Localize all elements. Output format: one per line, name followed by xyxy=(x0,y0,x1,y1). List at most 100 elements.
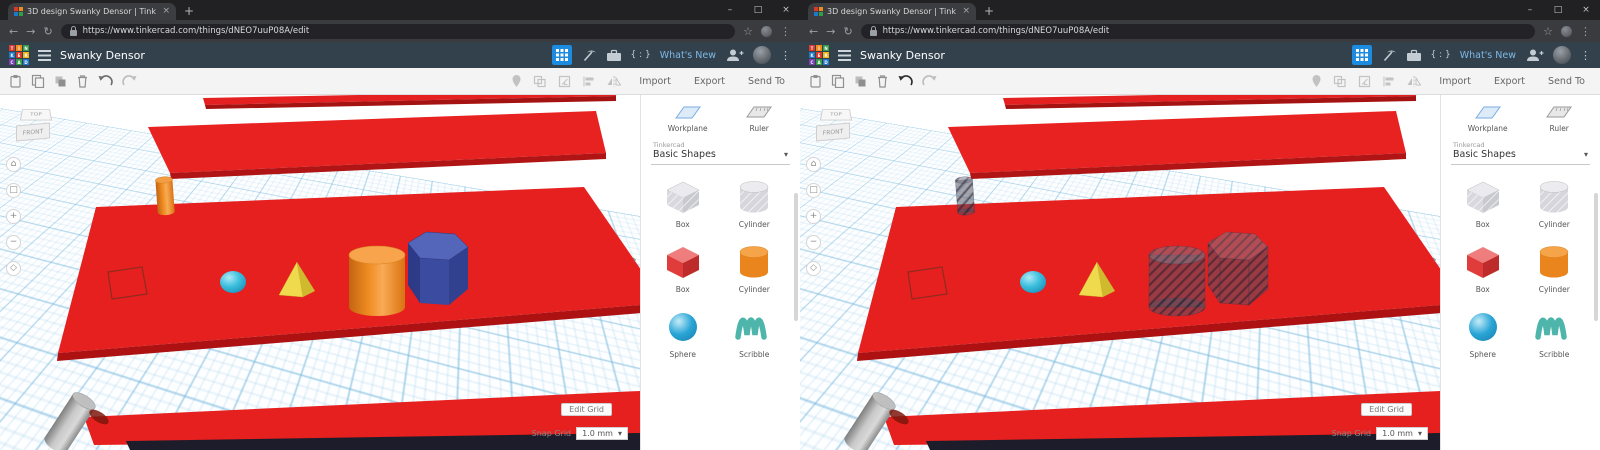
apps-grid-button[interactable] xyxy=(1351,45,1372,65)
duplicate-icon[interactable] xyxy=(854,75,867,88)
edit-grid-button[interactable]: Edit Grid xyxy=(561,403,612,416)
snap-grid-select[interactable]: 1.0 mm ▾ xyxy=(1376,427,1428,440)
zoom-in-icon[interactable]: + xyxy=(806,209,821,224)
refresh-icon[interactable]: ↻ xyxy=(843,26,852,37)
perspective-toggle-icon[interactable]: ◇ xyxy=(806,261,821,276)
shape-category-dropdown[interactable]: Tinkercad Basic Shapes ▾ xyxy=(1451,139,1590,165)
duplicate-icon[interactable] xyxy=(54,75,67,88)
browser-profile-avatar[interactable] xyxy=(1561,25,1572,37)
new-tab-icon[interactable]: + xyxy=(184,4,194,18)
shape-item-scribble[interactable]: Scribble xyxy=(1532,307,1576,359)
workplane-pin-icon[interactable] xyxy=(511,74,522,88)
maximize-icon[interactable]: □ xyxy=(1544,0,1572,20)
mirror-icon[interactable] xyxy=(606,75,622,88)
perspective-toggle-icon[interactable]: ◇ xyxy=(6,261,21,276)
design-title[interactable]: Swanky Densor xyxy=(860,49,945,62)
delete-icon[interactable] xyxy=(76,74,89,88)
close-window-icon[interactable]: × xyxy=(1572,0,1600,20)
blue-hex-prism[interactable] xyxy=(1207,231,1269,306)
toolbox-icon[interactable] xyxy=(1406,49,1422,62)
tinkercad-logo[interactable]: TIN KER CAD xyxy=(809,45,829,65)
zoom-out-icon[interactable]: − xyxy=(6,235,21,250)
view-cube-front-face[interactable]: FRONT xyxy=(816,122,850,142)
browser-tab[interactable]: 3D design Swanky Densor | Tink × xyxy=(8,3,176,20)
bookmark-star-icon[interactable]: ☆ xyxy=(1543,26,1553,37)
maximize-icon[interactable]: □ xyxy=(744,0,772,20)
back-icon[interactable]: ← xyxy=(809,26,818,37)
whats-new-link[interactable]: What's New xyxy=(660,50,716,61)
blue-hex-prism[interactable] xyxy=(407,231,469,305)
browser-profile-avatar[interactable] xyxy=(761,25,772,37)
browser-menu-icon[interactable]: ⋮ xyxy=(1580,26,1591,37)
orange-cylinder-small[interactable] xyxy=(155,176,175,216)
whats-new-link[interactable]: What's New xyxy=(1460,50,1516,61)
design-title[interactable]: Swanky Densor xyxy=(60,49,145,62)
shape-item-hole-box[interactable]: Box xyxy=(1461,177,1505,229)
zoom-in-icon[interactable]: + xyxy=(6,209,21,224)
codeblocks-icon[interactable]: { : } xyxy=(631,50,651,60)
tab-close-icon[interactable]: × xyxy=(962,7,970,16)
shape-item-box[interactable]: Box xyxy=(1461,242,1505,294)
shape-item-hole-box[interactable]: Box xyxy=(661,177,705,229)
group-icon[interactable] xyxy=(533,75,547,88)
undo-icon[interactable] xyxy=(98,75,113,87)
redo-icon[interactable] xyxy=(122,75,137,87)
3d-viewport[interactable]: TOP FRONT ⌂ □ + − ◇ Edit Grid Snap Grid … xyxy=(800,95,1440,450)
panel-scrollbar[interactable] xyxy=(794,193,798,321)
fit-view-icon[interactable]: □ xyxy=(806,183,821,198)
back-icon[interactable]: ← xyxy=(9,26,18,37)
cyan-sphere[interactable] xyxy=(1020,271,1046,293)
edit-grid-button[interactable]: Edit Grid xyxy=(1361,403,1412,416)
pickaxe-icon[interactable] xyxy=(1381,48,1397,62)
toolbox-icon[interactable] xyxy=(606,49,622,62)
fit-view-icon[interactable]: □ xyxy=(6,183,21,198)
3d-viewport[interactable]: TOP FRONT ⌂ □ + − ◇ Edit Grid Snap Grid … xyxy=(0,95,640,450)
tab-close-icon[interactable]: × xyxy=(162,7,170,16)
ruler-tool[interactable]: Ruler xyxy=(745,103,773,133)
paste-icon[interactable] xyxy=(809,74,822,88)
shape-item-hole-cylinder[interactable]: Cylinder xyxy=(732,177,776,229)
import-button[interactable]: Import xyxy=(633,76,677,87)
url-omnibox[interactable]: https://www.tinkercad.com/things/dNEO7uu… xyxy=(60,23,736,39)
shape-category-dropdown[interactable]: Tinkercad Basic Shapes ▾ xyxy=(651,139,790,165)
shape-item-sphere[interactable]: Sphere xyxy=(661,307,705,359)
shape-item-hole-cylinder[interactable]: Cylinder xyxy=(1532,177,1576,229)
workplane-tool[interactable]: Workplane xyxy=(1468,103,1508,133)
ruler-tool[interactable]: Ruler xyxy=(1545,103,1573,133)
zoom-out-icon[interactable]: − xyxy=(806,235,821,250)
header-more-icon[interactable]: ⋮ xyxy=(780,49,791,62)
view-cube-front-face[interactable]: FRONT xyxy=(16,122,50,142)
shape-item-sphere[interactable]: Sphere xyxy=(1461,307,1505,359)
shape-item-cylinder[interactable]: Cylinder xyxy=(732,242,776,294)
ungroup-icon[interactable] xyxy=(1358,75,1371,88)
orange-cylinder-large[interactable] xyxy=(348,245,406,316)
ungroup-icon[interactable] xyxy=(558,75,571,88)
shape-item-box[interactable]: Box xyxy=(661,242,705,294)
mirror-icon[interactable] xyxy=(1406,75,1422,88)
home-view-icon[interactable]: ⌂ xyxy=(806,157,821,172)
shape-item-cylinder[interactable]: Cylinder xyxy=(1532,242,1576,294)
pickaxe-icon[interactable] xyxy=(581,48,597,62)
panel-collapse-chevron[interactable]: › xyxy=(1428,247,1441,271)
copy-icon[interactable] xyxy=(831,74,845,88)
minimize-icon[interactable]: – xyxy=(716,0,744,20)
view-cube[interactable]: TOP FRONT xyxy=(816,107,853,142)
close-window-icon[interactable]: × xyxy=(772,0,800,20)
group-icon[interactable] xyxy=(1333,75,1347,88)
user-avatar[interactable] xyxy=(1553,46,1571,64)
forward-icon[interactable]: → xyxy=(826,26,835,37)
invite-person-icon[interactable] xyxy=(1525,48,1544,62)
import-button[interactable]: Import xyxy=(1433,76,1477,87)
apps-grid-button[interactable] xyxy=(551,45,572,65)
send-to-button[interactable]: Send To xyxy=(1542,76,1591,87)
paste-icon[interactable] xyxy=(9,74,22,88)
new-tab-icon[interactable]: + xyxy=(984,4,994,18)
bookmark-star-icon[interactable]: ☆ xyxy=(743,26,753,37)
minimize-icon[interactable]: – xyxy=(1516,0,1544,20)
send-to-button[interactable]: Send To xyxy=(742,76,791,87)
align-icon[interactable] xyxy=(1382,75,1395,88)
align-icon[interactable] xyxy=(582,75,595,88)
snap-grid-select[interactable]: 1.0 mm ▾ xyxy=(576,427,628,440)
user-avatar[interactable] xyxy=(753,46,771,64)
orange-cylinder-small[interactable] xyxy=(955,176,975,216)
